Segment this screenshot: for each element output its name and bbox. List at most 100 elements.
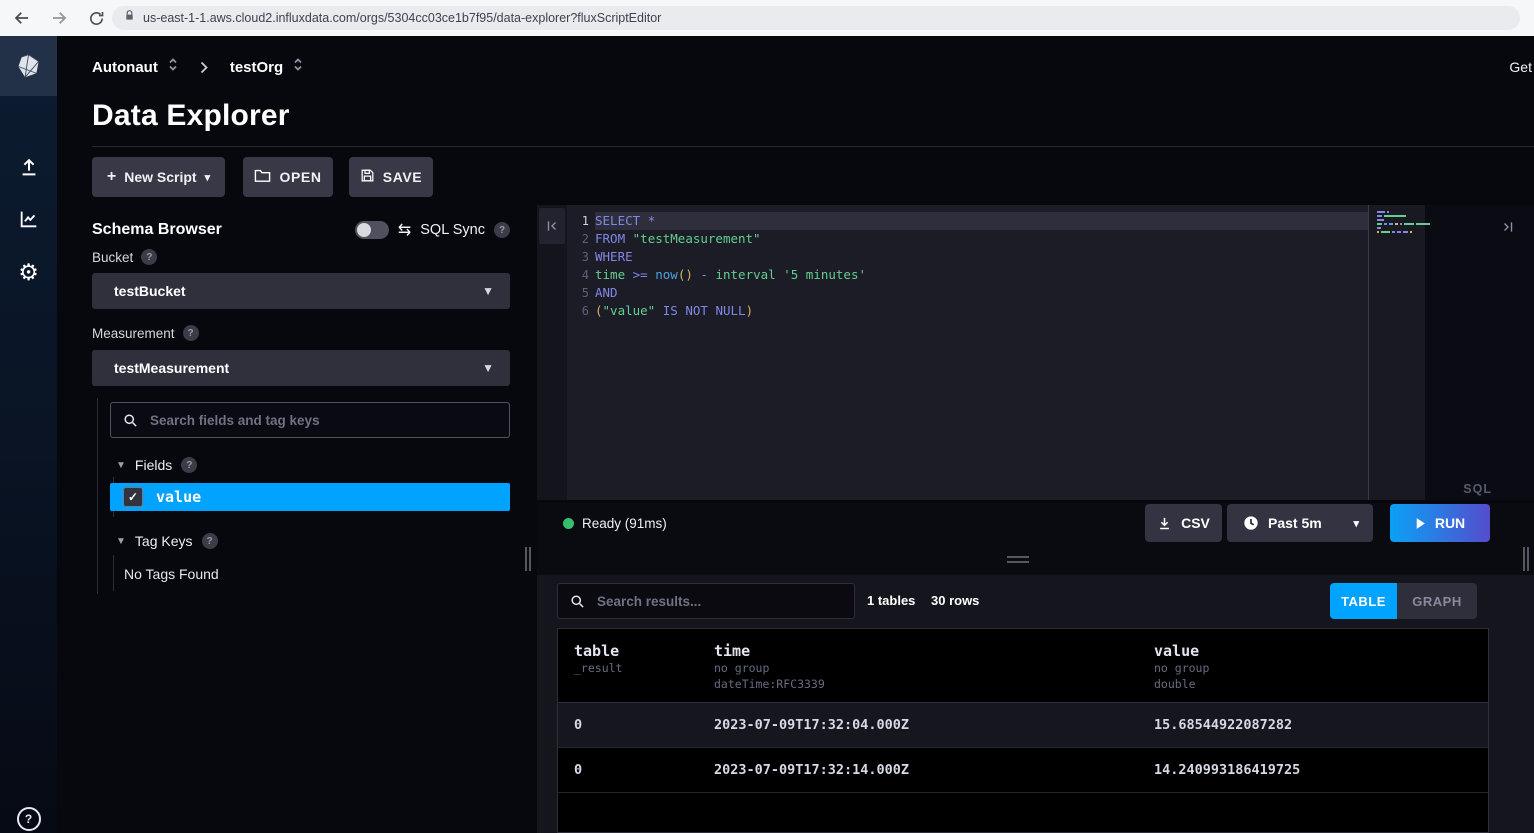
tree-indent-guide — [97, 398, 98, 594]
schema-search-box — [110, 402, 510, 438]
sync-arrows-icon: ⇆ — [398, 220, 411, 240]
field-value-checkbox[interactable]: ✓ — [123, 487, 143, 507]
line-number: 6 — [567, 302, 589, 320]
data-explorer-page: us-east-1-1.aws.cloud2.influxdata.com/or… — [0, 0, 1534, 833]
measurement-label: Measurement — [92, 326, 175, 341]
line-number: 4 — [567, 266, 589, 284]
play-icon — [1415, 517, 1426, 530]
results-table-header: table_resulttimeno groupdateTime:RFC3339… — [558, 629, 1488, 703]
language-badge: SQL — [1463, 482, 1492, 496]
time-range-dropdown[interactable]: Past 5m ▾ — [1227, 504, 1373, 542]
help-icon[interactable]: ? — [0, 799, 57, 833]
plus-icon: + — [107, 168, 116, 186]
line-number: 2 — [567, 230, 589, 248]
search-icon — [123, 413, 138, 428]
browser-chrome: us-east-1-1.aws.cloud2.influxdata.com/or… — [0, 0, 1534, 36]
editor-gutter: 123456 — [567, 212, 589, 320]
data-explorer-graph-icon[interactable] — [0, 199, 57, 239]
editor-code[interactable]: SELECT *FROM "testMeasurement"WHEREtime … — [595, 212, 1368, 320]
reload-icon[interactable] — [81, 3, 111, 33]
new-script-button[interactable]: + New Script ▾ — [92, 157, 225, 197]
editor-left-strip — [537, 205, 567, 500]
table-cell: 14.240993186419725 — [1154, 762, 1488, 778]
code-line[interactable]: time >= now() - interval '5 minutes' — [595, 266, 1368, 284]
column-header: valueno groupdouble — [1154, 642, 1488, 702]
search-icon — [570, 594, 585, 609]
suborg-name[interactable]: testOrg — [230, 59, 283, 76]
run-button[interactable]: RUN — [1390, 504, 1490, 542]
sql-editor[interactable]: 123456 SELECT *FROM "testMeasurement"WHE… — [537, 205, 1534, 500]
breadcrumb: Autonaut testOrg — [92, 55, 303, 79]
results-panel: 1 tables 30 rows TABLE GRAPH table_resul… — [537, 575, 1534, 833]
settings-gear-icon[interactable]: ⚙ — [0, 252, 57, 292]
status-ok-dot — [563, 518, 574, 529]
chevron-down-icon: ▾ — [1353, 517, 1359, 530]
collapse-caret-icon[interactable]: ▼ — [116, 536, 126, 547]
table-cell: 2023-07-09T17:32:04.000Z — [714, 717, 1154, 733]
horizontal-splitter[interactable] — [537, 544, 1534, 575]
download-icon — [1157, 516, 1172, 531]
line-number: 5 — [567, 284, 589, 302]
bucket-label: Bucket — [92, 250, 133, 265]
schema-search-input[interactable] — [148, 412, 451, 429]
tree-indent-guide — [113, 555, 114, 591]
org-switcher-icon[interactable] — [168, 57, 178, 77]
save-disk-icon — [360, 168, 375, 186]
column-header: table_result — [574, 642, 714, 702]
save-button[interactable]: SAVE — [349, 157, 433, 197]
results-table: table_resulttimeno groupdateTime:RFC3339… — [557, 628, 1489, 833]
csv-button[interactable]: CSV — [1145, 504, 1222, 542]
table-cell: 0 — [574, 762, 714, 778]
page-title: Data Explorer — [92, 99, 290, 133]
influxdb-logo[interactable] — [0, 36, 57, 96]
url-bar[interactable]: us-east-1-1.aws.cloud2.influxdata.com/or… — [112, 6, 1520, 30]
code-line[interactable]: AND — [595, 284, 1368, 302]
field-value-row[interactable]: ✓ value — [110, 483, 510, 511]
forward-icon[interactable] — [44, 3, 74, 33]
tag-keys-help-icon[interactable]: ? — [202, 533, 218, 549]
collapse-left-icon[interactable] — [539, 208, 565, 244]
collapse-caret-icon[interactable]: ▼ — [116, 460, 126, 471]
tag-keys-section-row[interactable]: ▼ Tag Keys ? — [116, 533, 218, 549]
back-icon[interactable] — [7, 3, 37, 33]
fields-help-icon[interactable]: ? — [181, 457, 197, 473]
bucket-dropdown[interactable]: testBucket ▼ — [92, 273, 510, 309]
get-credit-link[interactable]: Get — [1509, 59, 1532, 75]
org-name[interactable]: Autonaut — [92, 59, 158, 76]
results-search-input[interactable] — [595, 593, 821, 610]
code-line[interactable]: FROM "testMeasurement" — [595, 230, 1368, 248]
table-view-button[interactable]: TABLE — [1330, 583, 1397, 619]
open-button[interactable]: OPEN — [243, 157, 333, 197]
left-splitter-handle[interactable] — [525, 547, 533, 571]
minimap-zone[interactable] — [1369, 205, 1425, 500]
tables-count: 1 tables — [867, 583, 915, 619]
left-nav-rail: ⚙ ? — [0, 36, 57, 833]
expand-right-icon[interactable] — [1496, 215, 1520, 239]
query-status-bar: Ready (91ms) CSV Past 5m ▾ RUN — [537, 503, 1534, 544]
status-text: Ready (91ms) — [582, 516, 667, 531]
field-value-label: value — [156, 488, 201, 506]
sql-sync-toggle[interactable] — [355, 221, 389, 239]
results-search-box — [557, 583, 855, 619]
fields-label: Fields — [135, 457, 172, 473]
schema-browser-title: Schema Browser — [92, 221, 222, 239]
table-row: 02023-07-09T17:32:14.000Z14.240993186419… — [558, 748, 1488, 793]
tag-keys-label: Tag Keys — [135, 533, 193, 549]
bucket-help-icon[interactable]: ? — [141, 249, 157, 265]
results-table-body: 02023-07-09T17:32:04.000Z15.685449220872… — [558, 703, 1488, 793]
dropdown-caret-icon: ▼ — [482, 361, 494, 375]
graph-view-button[interactable]: GRAPH — [1397, 583, 1477, 619]
fields-section-row[interactable]: ▼ Fields ? — [116, 457, 197, 473]
suborg-switcher-icon[interactable] — [293, 57, 303, 77]
right-splitter-handle[interactable] — [1523, 547, 1531, 571]
sql-sync-help-icon[interactable]: ? — [494, 222, 510, 238]
code-line[interactable]: ("value" IS NOT NULL) — [595, 302, 1368, 320]
dropdown-caret-icon: ▼ — [482, 284, 494, 298]
sql-sync-label: SQL Sync — [420, 222, 485, 238]
load-data-upload-icon[interactable] — [0, 147, 57, 187]
measurement-help-icon[interactable]: ? — [183, 325, 199, 341]
measurement-dropdown[interactable]: testMeasurement ▼ — [92, 350, 510, 386]
code-line[interactable]: WHERE — [595, 248, 1368, 266]
editor-minimap[interactable] — [1377, 211, 1425, 235]
code-line[interactable]: SELECT * — [595, 212, 1368, 230]
